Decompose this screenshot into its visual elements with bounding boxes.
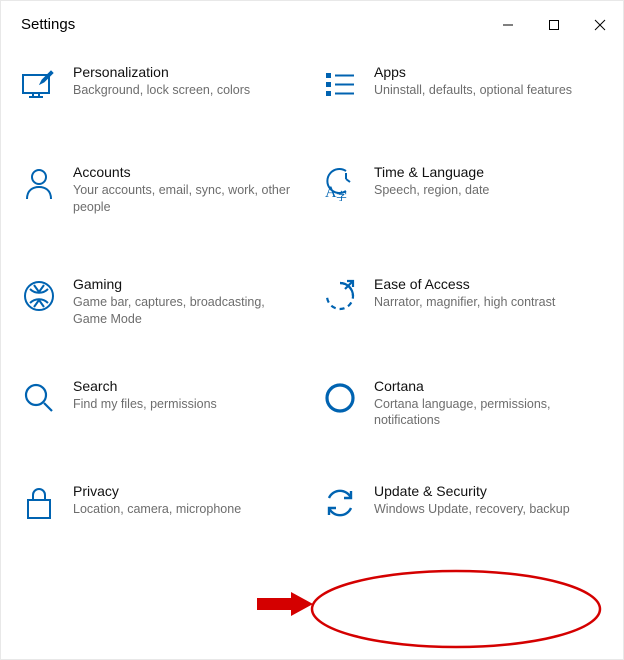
ease-of-access-icon [320,276,360,316]
minimize-button[interactable] [485,9,531,41]
tile-text: Personalization Background, lock screen,… [73,64,302,99]
tile-desc: Narrator, magnifier, high contrast [374,294,591,311]
tile-title: Ease of Access [374,276,591,292]
tile-title: Personalization [73,64,290,80]
tile-time-language[interactable]: A 字 Time & Language Speech, region, date [312,134,613,246]
apps-icon [320,64,360,104]
tile-text: Apps Uninstall, defaults, optional featu… [374,64,603,99]
cortana-icon [320,378,360,418]
tile-title: Update & Security [374,483,591,499]
tile-title: Accounts [73,164,290,180]
tile-desc: Game bar, captures, broadcasting, Game M… [73,294,290,328]
minimize-icon [502,19,514,31]
tile-desc: Uninstall, defaults, optional features [374,82,591,99]
close-icon [594,19,606,31]
titlebar: Settings [1,1,623,46]
tile-search[interactable]: Search Find my files, permissions [11,358,312,460]
tile-desc: Find my files, permissions [73,396,290,413]
time-language-icon: A 字 [320,164,360,204]
tile-update-security[interactable]: Update & Security Windows Update, recove… [312,459,613,543]
tile-title: Apps [374,64,591,80]
tile-accounts[interactable]: Accounts Your accounts, email, sync, wor… [11,134,312,246]
tile-text: Cortana Cortana language, permissions, n… [374,378,603,430]
tile-text: Update & Security Windows Update, recove… [374,483,603,518]
maximize-icon [548,19,560,31]
tile-title: Time & Language [374,164,591,180]
tile-text: Accounts Your accounts, email, sync, wor… [73,164,302,216]
tile-desc: Windows Update, recovery, backup [374,501,591,518]
tile-cortana[interactable]: Cortana Cortana language, permissions, n… [312,358,613,460]
tile-desc: Your accounts, email, sync, work, other … [73,182,290,216]
annotation-circle-icon [307,566,605,652]
gaming-icon [19,276,59,316]
tile-gaming[interactable]: Gaming Game bar, captures, broadcasting,… [11,246,312,358]
tile-title: Privacy [73,483,290,499]
close-button[interactable] [577,9,623,41]
update-security-icon [320,483,360,523]
tile-desc: Cortana language, permissions, notificat… [374,396,591,430]
maximize-button[interactable] [531,9,577,41]
annotation-arrow-icon [257,589,315,619]
tile-privacy[interactable]: Privacy Location, camera, microphone [11,459,312,543]
tile-text: Privacy Location, camera, microphone [73,483,302,518]
tile-ease-of-access[interactable]: Ease of Access Narrator, magnifier, high… [312,246,613,358]
tile-personalization[interactable]: Personalization Background, lock screen,… [11,56,312,134]
tile-text: Time & Language Speech, region, date [374,164,603,199]
settings-grid: Personalization Background, lock screen,… [11,56,613,543]
tile-desc: Location, camera, microphone [73,501,290,518]
tile-desc: Speech, region, date [374,182,591,199]
settings-categories: Personalization Background, lock screen,… [1,46,623,553]
tile-text: Gaming Game bar, captures, broadcasting,… [73,276,302,328]
tile-title: Cortana [374,378,591,394]
personalization-icon [19,64,59,104]
window-controls [485,9,623,41]
tile-desc: Background, lock screen, colors [73,82,290,99]
tile-text: Search Find my files, permissions [73,378,302,413]
accounts-icon [19,164,59,204]
search-icon [19,378,59,418]
window-title: Settings [21,16,485,33]
svg-text:字: 字 [336,189,347,201]
privacy-icon [19,483,59,523]
tile-title: Search [73,378,290,394]
tile-text: Ease of Access Narrator, magnifier, high… [374,276,603,311]
tile-apps[interactable]: Apps Uninstall, defaults, optional featu… [312,56,613,134]
tile-title: Gaming [73,276,290,292]
